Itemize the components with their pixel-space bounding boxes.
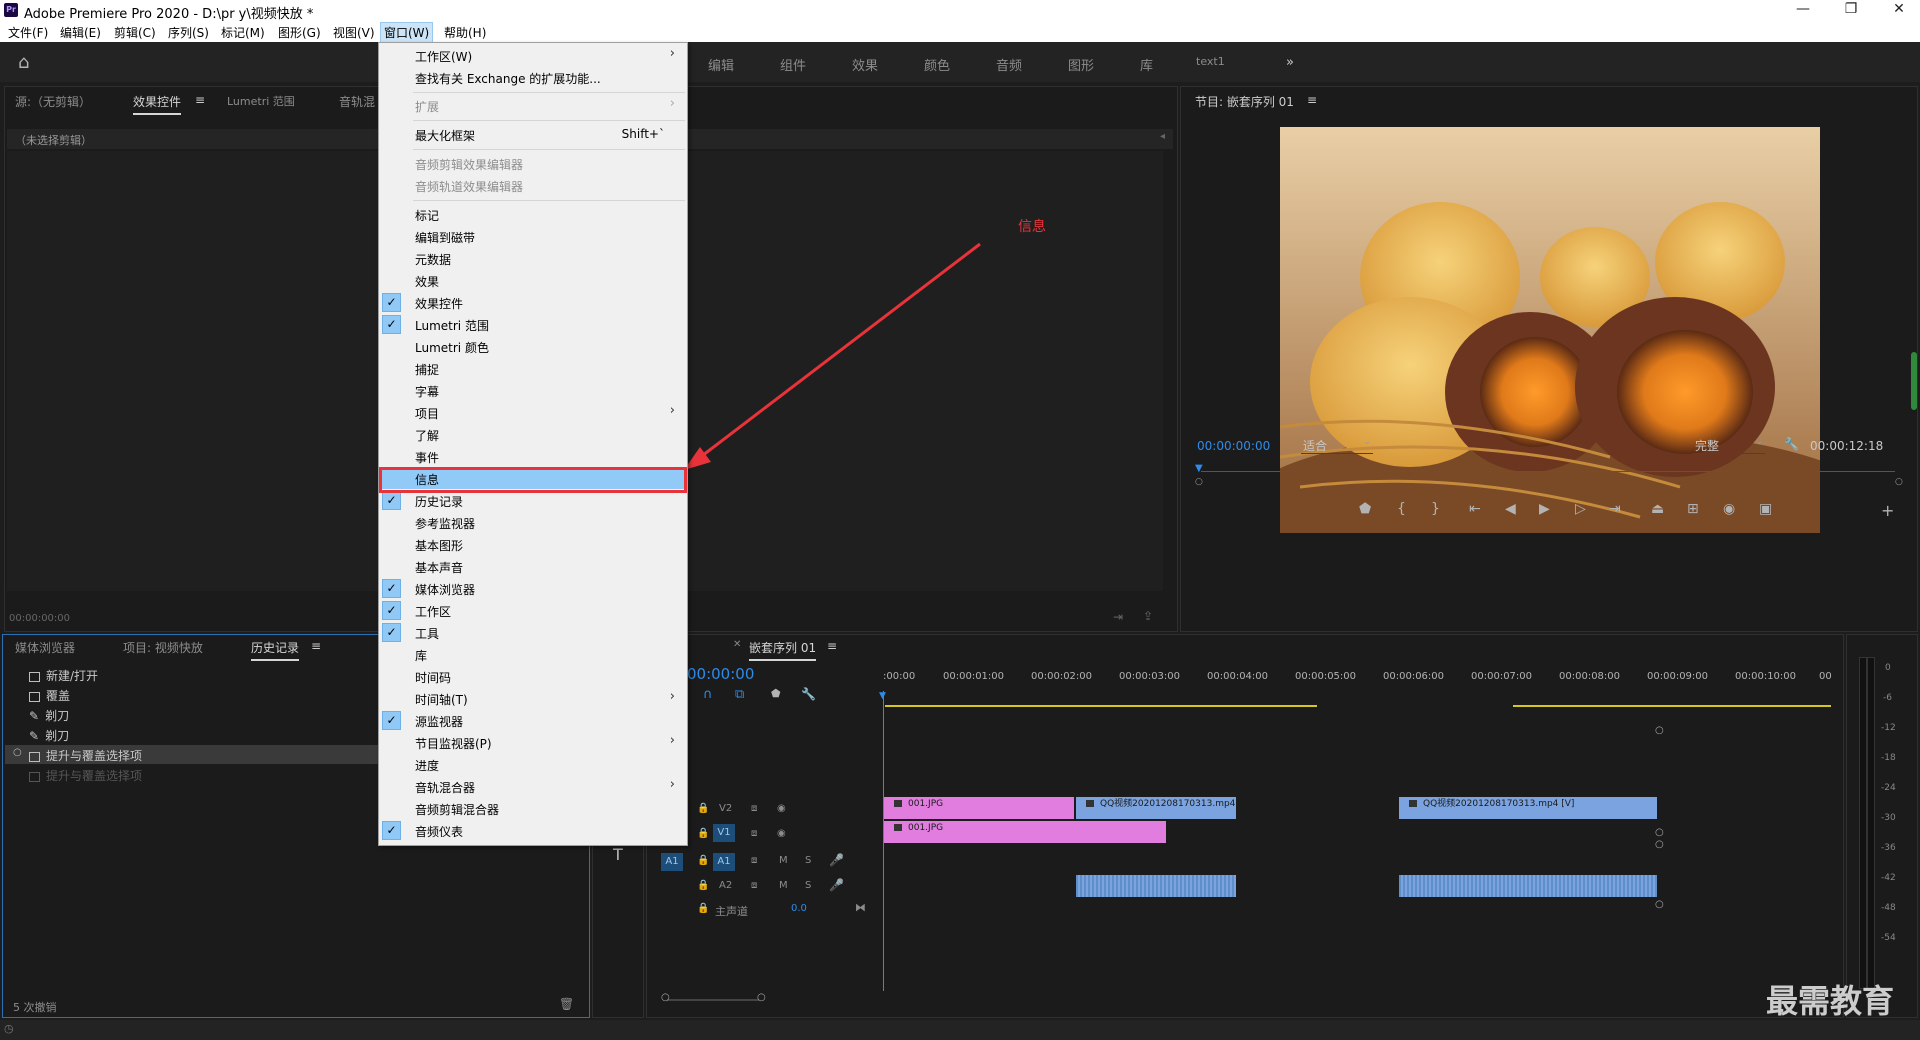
- menu-item-markers[interactable]: 标记: [379, 204, 685, 225]
- menu-item-timecode[interactable]: 时间码: [379, 666, 685, 687]
- checkmark-icon: ✓: [382, 711, 401, 730]
- menu-item-project[interactable]: 项目 ›: [379, 402, 685, 423]
- menu-item-captions[interactable]: 字幕: [379, 380, 685, 401]
- menu-item-lumetri-color[interactable]: Lumetri 颜色: [379, 336, 685, 357]
- window-menu-dropdown: 工作区(W) › 查找有关 Exchange 的扩展功能... 扩展 › 最大化框架…: [378, 42, 688, 846]
- chevron-right-icon: ›: [669, 46, 675, 61]
- menu-item-exchange[interactable]: 查找有关 Exchange 的扩展功能...: [379, 67, 685, 88]
- menu-item-libraries[interactable]: 库: [379, 644, 685, 665]
- menu-item-maximize-frame[interactable]: 最大化框架 Shift+`: [379, 124, 685, 145]
- menu-item-audio-track-effect-editor: 音频轨道效果编辑器: [415, 180, 524, 194]
- menu-item-audio-track-mixer[interactable]: 音轨混合器 ›: [379, 776, 685, 797]
- checkmark-icon: ✓: [382, 491, 401, 510]
- menu-item-program-monitor[interactable]: 节目监视器(P) ›: [379, 732, 685, 753]
- menu-item-learn[interactable]: 了解: [379, 424, 685, 445]
- chevron-right-icon: ›: [669, 689, 675, 704]
- chevron-right-icon: ›: [669, 96, 675, 111]
- checkmark-icon: ✓: [382, 821, 401, 840]
- menu-separator: [413, 92, 685, 93]
- checkmark-icon: ✓: [382, 601, 401, 620]
- menu-item-effect-controls[interactable]: ✓ 效果控件: [379, 292, 685, 313]
- checkmark-icon: ✓: [382, 623, 401, 642]
- menu-item-essential-graphics[interactable]: 基本图形: [379, 534, 685, 555]
- menu-item-tools[interactable]: ✓ 工具: [379, 622, 685, 643]
- menu-item-reference-monitor[interactable]: 参考监视器: [379, 512, 685, 533]
- menu-item-audio-clip-effect-editor: 音频剪辑效果编辑器: [415, 158, 524, 172]
- menu-item-events[interactable]: 事件: [379, 446, 685, 467]
- checkmark-icon: ✓: [382, 293, 401, 312]
- menu-separator: [413, 200, 685, 201]
- menu-item-media-browser[interactable]: ✓ 媒体浏览器: [379, 578, 685, 599]
- checkmark-icon: ✓: [382, 315, 401, 334]
- menu-item-timelines[interactable]: 时间轴(T) ›: [379, 688, 685, 709]
- chevron-right-icon: ›: [669, 733, 675, 748]
- menu-item-workspaces[interactable]: ✓ 工作区: [379, 600, 685, 621]
- menu-item-edit-to-tape[interactable]: 编辑到磁带: [379, 226, 685, 247]
- menu-item-extensions: 扩展 ›: [415, 96, 675, 114]
- menu-item-audio-clip-mixer[interactable]: 音频剪辑混合器: [379, 798, 685, 819]
- menu-item-lumetri-scopes[interactable]: ✓ Lumetri 范围: [379, 314, 685, 335]
- chevron-right-icon: ›: [669, 403, 675, 418]
- menu-item-capture[interactable]: 捕捉: [379, 358, 685, 379]
- menu-separator: [413, 149, 685, 150]
- menu-item-source-monitor[interactable]: ✓ 源监视器: [379, 710, 685, 731]
- menu-item-history[interactable]: ✓ 历史记录: [379, 490, 685, 511]
- menu-separator: [413, 120, 685, 121]
- menu-item-essential-sound[interactable]: 基本声音: [379, 556, 685, 577]
- menu-item-audio-meters[interactable]: ✓ 音频仪表: [379, 820, 685, 841]
- highlight-box: [379, 467, 687, 493]
- annotation-label: 信息: [1018, 219, 1046, 235]
- annotation-arrow: [684, 242, 981, 470]
- checkmark-icon: ✓: [382, 579, 401, 598]
- chevron-right-icon: ›: [669, 777, 675, 792]
- menu-item-workspace[interactable]: 工作区(W) ›: [379, 45, 685, 66]
- menu-item-progress[interactable]: 进度: [379, 754, 685, 775]
- menu-item-effects[interactable]: 效果: [379, 270, 685, 291]
- menu-item-metadata[interactable]: 元数据: [379, 248, 685, 269]
